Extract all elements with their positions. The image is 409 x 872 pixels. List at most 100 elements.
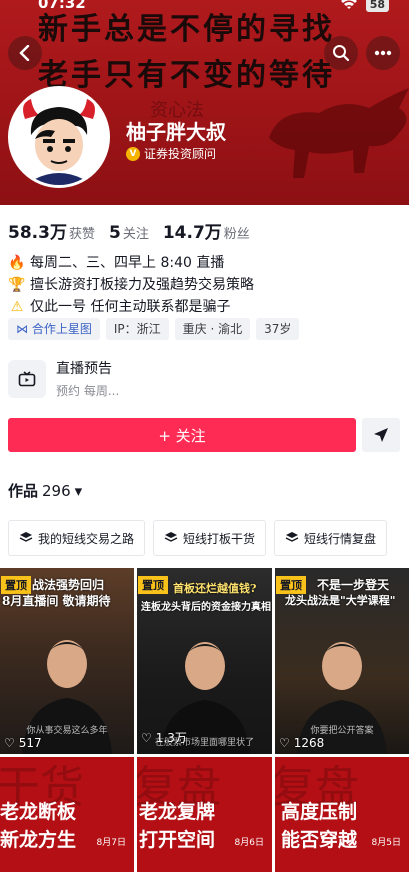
bio-text: 每周二、三、四早上 8:40 直播	[30, 255, 225, 271]
stat-likes-label: 获赞	[68, 227, 95, 242]
profile-stats: 58.3万 获赞 5 关注 14.7万 粉丝	[8, 218, 250, 243]
video-like-count: 1268	[293, 736, 325, 750]
status-icons: 58	[340, 0, 389, 14]
works-count: 296	[42, 481, 71, 500]
live-preview-title: 直播预告	[56, 361, 112, 377]
cover-subtitle: 新龙方生	[0, 829, 77, 851]
video-likes: ♡ 1.3万	[141, 729, 187, 746]
profile-bio: 🔥 每周二、三、四早上 8:40 直播 🏆 擅长游资打板接力及强趋势交易策略 ⚠…	[8, 252, 254, 318]
pinned-badge: 置顶	[138, 576, 168, 594]
cover-subtitle: 打开空间	[139, 829, 216, 851]
video-subtitle: 你从事交易这么多年	[26, 726, 108, 736]
bio-text: 擅长游资打板接力及强趋势交易策略	[30, 277, 254, 293]
stat-likes-value: 58.3万	[8, 223, 67, 243]
cover-date: 8月6日	[234, 838, 264, 848]
video-caption: 龙头战法是"大学课程"	[285, 594, 396, 607]
video-subtitle: 你要把公开答案	[310, 726, 374, 736]
video-likes: ♡ 517	[4, 736, 42, 750]
stat-followers[interactable]: 14.7万 粉丝	[163, 218, 250, 243]
avatar[interactable]	[8, 86, 110, 188]
stat-following-label: 关注	[122, 227, 149, 242]
video-like-count: 1.3万	[155, 731, 187, 745]
bull-graphic	[269, 88, 409, 178]
cartoon-avatar-image	[11, 89, 107, 185]
star-map-icon: ⋈	[16, 322, 32, 336]
send-icon	[374, 428, 388, 442]
profile-tags: ⋈ 合作上星图 IP：浙江 重庆 · 渝北 37岁	[8, 318, 300, 340]
cover-title: 老龙复牌	[139, 801, 216, 823]
share-button[interactable]	[362, 418, 400, 452]
cover-date: 8月5日	[371, 838, 401, 848]
live-preview-subtitle: 预约 每周...	[56, 384, 120, 398]
works-tab[interactable]: 作品 296 ▾	[8, 480, 82, 501]
search-button[interactable]	[324, 36, 358, 70]
back-button[interactable]	[8, 36, 42, 70]
verification-text: 证券投资顾问	[144, 147, 217, 161]
cover-subtitle: 能否穿越	[281, 829, 358, 851]
video-caption-top: 战法强势回归	[32, 578, 105, 592]
video-caption: 8月直播间 敬请期待	[2, 594, 111, 608]
collab-tag-label: 合作上星图	[31, 322, 92, 336]
collab-tag[interactable]: ⋈ 合作上星图	[8, 318, 100, 340]
bio-line: 🏆 擅长游资打板接力及强趋势交易策略	[8, 274, 254, 296]
stat-following-value: 5	[108, 223, 121, 243]
heart-icon: ♡	[279, 736, 290, 750]
status-bar: 07:32 58	[0, 0, 409, 18]
video-likes: ♡ 1268	[279, 736, 324, 750]
search-icon	[333, 45, 350, 62]
stat-following[interactable]: 5 关注	[109, 223, 149, 243]
video-thumbnail[interactable]: 复盘 老龙复牌 打开空间 8月6日	[137, 757, 272, 872]
battery-indicator: 58	[365, 0, 389, 12]
collection-list: 我的短线交易之路 短线打板干货 短线行情复盘	[8, 520, 388, 556]
video-caption: 连板龙头背后的资金接力真相	[141, 602, 271, 613]
ip-tag: IP：浙江	[105, 318, 169, 340]
video-thumbnail[interactable]: 置顶 战法强势回归 8月直播间 敬请期待 你从事交易这么多年 ♡ 517	[0, 568, 134, 754]
stat-followers-label: 粉丝	[223, 227, 250, 242]
collection-chip-label: 短线打板干货	[183, 531, 256, 546]
tv-icon	[8, 359, 46, 398]
works-label: 作品	[8, 482, 39, 500]
video-thumbnail[interactable]: 置顶 不是一步登天 龙头战法是"大学课程" 你要把公开答案 ♡ 1268	[275, 568, 409, 754]
follow-button[interactable]: + 关注	[8, 418, 356, 452]
video-grid: 置顶 战法强势回归 8月直播间 敬请期待 你从事交易这么多年 ♡ 517 置顶 首…	[0, 568, 409, 872]
stat-followers-value: 14.7万	[162, 223, 222, 243]
layers-icon	[164, 531, 178, 546]
fire-icon: 🔥	[8, 255, 26, 271]
verified-badge-icon: V	[126, 146, 140, 161]
live-preview-text: 直播预告 预约 每周...	[56, 358, 119, 399]
video-thumbnail[interactable]: 干货 老龙断板 新龙方生 8月7日	[0, 757, 134, 872]
cover-title: 高度压制	[281, 801, 358, 823]
video-caption-top: 首板还烂越值钱?	[173, 582, 257, 595]
stat-likes[interactable]: 58.3万 获赞	[8, 218, 95, 243]
wifi-icon	[340, 0, 358, 14]
collection-chip-label: 我的短线交易之路	[38, 531, 135, 546]
cover-date: 8月7日	[96, 838, 126, 848]
age-tag: 37岁	[256, 318, 300, 340]
video-like-count: 517	[18, 736, 42, 750]
bio-text: 仅此一号 任何主动联系都是骗子	[30, 299, 231, 315]
location-tag: 重庆 · 渝北	[174, 318, 251, 340]
verification-label: V 证券投资顾问	[126, 145, 216, 162]
video-thumbnail[interactable]: 复盘 高度压制 能否穿越 8月5日	[275, 757, 409, 872]
layers-icon	[19, 531, 33, 546]
layers-icon	[285, 531, 299, 546]
collection-chip[interactable]: 短线行情复盘	[274, 520, 388, 556]
caret-down-icon: ▾	[74, 481, 83, 500]
collection-chip[interactable]: 我的短线交易之路	[8, 520, 146, 556]
cover-title: 老龙断板	[0, 801, 77, 823]
trophy-icon: 🏆	[8, 277, 26, 293]
profile-nickname: 柚子胖大叔	[126, 120, 226, 144]
collection-chip-label: 短线行情复盘	[304, 531, 377, 546]
heart-icon: ♡	[141, 730, 152, 745]
more-dots-icon	[374, 50, 392, 56]
status-time: 07:32	[38, 0, 86, 12]
video-caption-top: 不是一步登天	[317, 578, 390, 592]
heart-icon: ♡	[4, 736, 15, 750]
chevron-left-icon	[19, 45, 30, 61]
warning-icon: ⚠	[10, 299, 24, 315]
live-preview[interactable]: 直播预告 预约 每周...	[8, 358, 119, 399]
more-button[interactable]	[366, 36, 400, 70]
video-thumbnail[interactable]: 置顶 首板还烂越值钱? 连板龙头背后的资金接力真相 在股票市场里面哪里状了 ♡ 1…	[137, 568, 272, 754]
collection-chip[interactable]: 短线打板干货	[153, 520, 267, 556]
bio-line: ⚠ 仅此一号 任何主动联系都是骗子	[8, 296, 254, 318]
